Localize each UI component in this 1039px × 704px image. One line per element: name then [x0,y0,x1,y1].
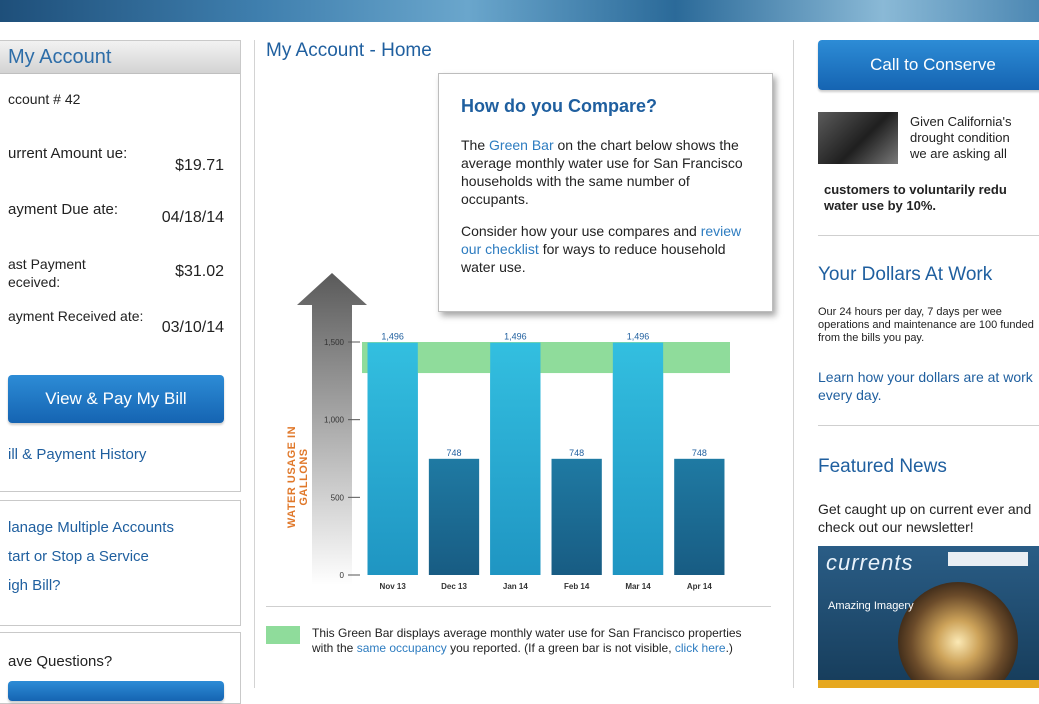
payment-received-value: 03/10/14 [161,319,224,336]
chart-separator [266,606,771,607]
payment-due-value: 04/18/14 [161,209,224,226]
drought-text: Given California's drought condition we … [910,114,1012,161]
newsletter-thumbnail[interactable]: currents Amazing Imagery [818,546,1039,688]
same-occupancy-link[interactable]: same occupancy [357,641,447,655]
bill-payment-history-link[interactable]: ill & Payment History [8,446,146,463]
right-divider-2 [818,425,1039,426]
y-axis-label: WATER USAGE IN GALLONS [286,425,310,529]
view-pay-bill-button[interactable]: View & Pay My Bill [8,375,224,423]
newsletter-logo: currents [826,550,914,575]
account-links-panel: lanage Multiple Accounts tart or Stop a … [0,500,241,626]
left-divider [254,40,255,688]
questions-heading: ave Questions? [8,653,113,670]
usage-bar [674,458,725,575]
current-amount-row: urrent Amount ue: $19.71 [8,145,224,185]
high-bill-link[interactable]: igh Bill? [8,577,61,594]
compare-paragraph-1: The Green Bar on the chart below shows t… [461,137,743,207]
header-banner [0,0,1039,22]
x-tick-label: Feb 14 [564,582,590,591]
usage-bar-overlay [612,342,664,575]
current-amount-label: urrent Amount ue: [8,145,128,162]
green-bar-legend: This Green Bar displays average monthly … [312,626,742,655]
newsletter-masthead-stripe [948,552,1028,566]
drought-request-text: customers to voluntarily redu water use … [824,182,1007,213]
water-usage-chart-svg: 0 500 1,000 1,500 1,496 Nov 13 748 Dec 13 1,496… [297,273,730,591]
account-panel-title: My Account [0,41,240,74]
last-payment-value: $31.02 [175,263,224,280]
tunnel-image [898,582,1018,688]
bar-value-label: 748 [446,448,461,458]
bar-value-label: 1,496 [504,332,527,342]
green-bar-link[interactable]: Green Bar [489,137,554,153]
bar-value-label: 748 [569,448,584,458]
dollars-heading: Your Dollars At Work [818,264,993,285]
dollars-text: Our 24 hours per day, 7 days per wee ope… [818,306,1034,344]
click-here-link[interactable]: click here [675,641,726,655]
usage-bar [551,458,602,575]
bar-value-label: 748 [692,448,707,458]
usage-bar [428,458,480,575]
current-amount-value: $19.71 [175,157,224,174]
y-tick-label: 0 [340,571,345,580]
payment-due-label: ayment Due ate: [8,201,119,218]
dollars-link[interactable]: Learn how your dollars are at work every… [818,368,1039,404]
start-stop-service-link[interactable]: tart or Stop a Service [8,548,149,565]
questions-button[interactable] [8,681,224,701]
account-number: ccount # 42 [8,91,81,107]
call-to-conserve-button[interactable]: Call to Conserve [818,40,1039,90]
y-tick-label: 500 [331,493,345,502]
featured-news-text: Get caught up on current ever and check … [818,501,1032,535]
x-tick-label: Mar 14 [625,582,651,591]
x-tick-label: Nov 13 [380,582,407,591]
questions-panel: ave Questions? [0,632,241,704]
page-title: My Account - Home [266,40,432,61]
right-divider [793,40,794,688]
green-bar-swatch [266,626,300,644]
right-divider-1 [818,235,1039,236]
usage-bar-overlay [367,342,418,575]
payment-received-row: ayment Received ate: 03/10/14 [8,307,224,347]
usage-bar-overlay [490,342,541,575]
newsletter-footer-bar [818,680,1039,688]
featured-news-heading: Featured News [818,456,947,477]
payment-received-label: ayment Received ate: [8,308,144,324]
manage-accounts-link[interactable]: lanage Multiple Accounts [8,519,174,536]
water-usage-chart: 0 500 1,000 1,500 1,496 Nov 13 748 Dec 13 1,496… [280,265,750,600]
newsletter-caption: Amazing Imagery [828,600,914,612]
y-tick-label: 1,500 [324,338,345,347]
last-payment-label: ast Payment eceived: [8,256,86,290]
x-tick-label: Apr 14 [687,582,712,591]
how-do-you-compare-panel: How do you Compare? The Green Bar on the… [438,73,773,312]
x-tick-label: Dec 13 [441,582,467,591]
bar-value-label: 1,496 [627,332,650,342]
faucet-image [818,112,898,164]
payment-due-row: ayment Due ate: 04/18/14 [8,201,224,241]
compare-heading: How do you Compare? [461,96,658,116]
y-tick-label: 1,000 [324,416,345,425]
bar-value-label: 1,496 [381,332,404,342]
x-tick-label: Jan 14 [503,582,528,591]
last-payment-row: ast Payment eceived: $31.02 [8,255,224,295]
account-panel: My Account ccount # 42 urrent Amount ue:… [0,40,241,492]
compare-paragraph-2: Consider how your use compares and revie… [461,223,742,275]
